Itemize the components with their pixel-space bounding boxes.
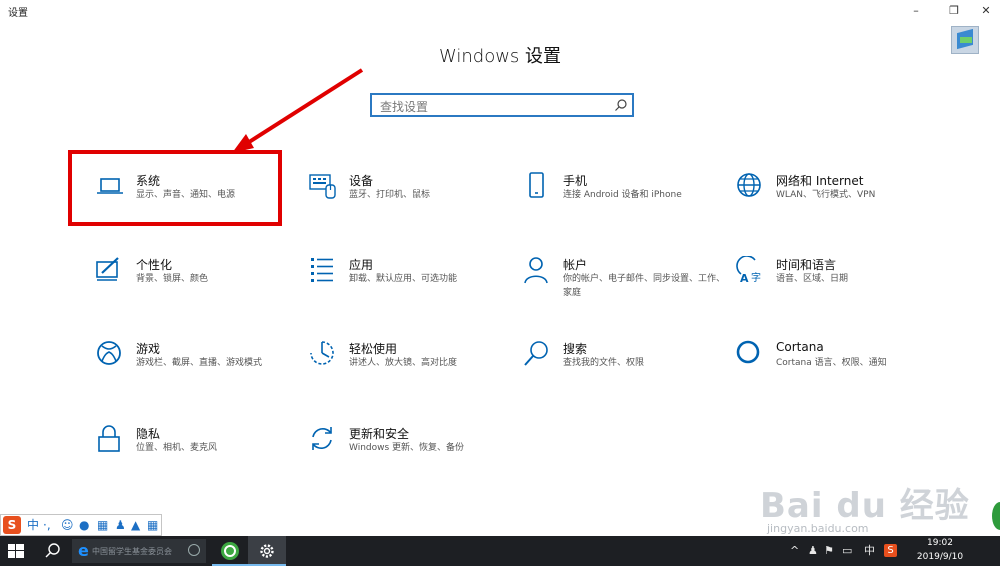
category-desc: Windows 更新、恢复、备份: [349, 443, 465, 453]
taskbar-app-browser[interactable]: [212, 536, 248, 566]
category-cortana[interactable]: Cortana Cortana 语言、权限、通知: [736, 340, 936, 400]
category-phone[interactable]: 手机 连接 Android 设备和 iPhone: [523, 172, 723, 232]
category-title: 更新和安全: [349, 427, 410, 441]
category-title: 手机: [563, 174, 588, 188]
person-icon: [524, 257, 548, 284]
sogou-tray-icon[interactable]: S: [884, 544, 897, 557]
settings-search-input[interactable]: 查找设置: [370, 93, 634, 117]
skin-icon[interactable]: ▲: [131, 517, 140, 533]
category-desc: 连接 Android 设备和 iPhone: [563, 190, 682, 200]
category-desc: 讲述人、放大镜、高对比度: [349, 358, 458, 368]
page-title: Windows 设置: [438, 46, 562, 67]
category-title: 搜索: [563, 342, 588, 356]
clock-date[interactable]: 2019/9/10: [910, 552, 970, 562]
search-icon: [524, 341, 548, 366]
globe-icon: [737, 173, 761, 197]
close-button[interactable]: ✕: [970, 2, 1000, 20]
cortana-icon: [736, 340, 760, 364]
category-title: 帐户: [563, 258, 588, 272]
paint-icon: [96, 257, 119, 281]
refresh-icon: [312, 427, 332, 450]
category-personalization[interactable]: 个性化 背景、锁屏、颜色: [96, 256, 296, 316]
svg-text:字: 字: [751, 271, 761, 284]
category-devices[interactable]: 设备 蓝牙、打印机、鼠标: [309, 172, 509, 232]
category-desc: 背景、锁屏、颜色: [136, 274, 209, 284]
user-icon[interactable]: ♟: [115, 517, 126, 533]
category-desc: 游戏栏、截屏、直播、游戏模式: [136, 358, 263, 368]
browser-app-icon: [221, 542, 239, 560]
keyboard-icon[interactable]: ▦: [97, 517, 108, 533]
camera-search-icon[interactable]: [188, 544, 200, 556]
category-title: 设备: [349, 174, 374, 188]
category-network[interactable]: 网络和 Internet WLAN、飞行模式、VPN: [736, 172, 936, 232]
category-ease-of-access[interactable]: 轻松使用 讲述人、放大镜、高对比度: [309, 340, 509, 400]
category-desc: Cortana 语言、权限、通知: [776, 358, 887, 368]
time-language-icon: A 字: [736, 256, 761, 284]
clock-time[interactable]: 19:02: [920, 538, 960, 548]
ease-of-access-icon: [310, 341, 334, 365]
taskbar: e 中国留学生基金委员会 ^ ♟ ⚑ ▭ 中 S 19:02 2019/9/10: [0, 536, 1000, 566]
category-title: 隐私: [136, 427, 161, 441]
svg-text:A: A: [740, 272, 749, 284]
highlight-box: [68, 150, 282, 226]
edge-search-text: 中国留学生基金委员会: [92, 547, 172, 556]
edge-icon: e: [78, 541, 89, 560]
category-desc: 你的帐户、电子邮件、同步设置、工作、家庭: [563, 274, 726, 298]
category-update-security[interactable]: 更新和安全 Windows 更新、恢复、备份: [309, 425, 509, 485]
ime-mode-toggle[interactable]: 中: [27, 517, 39, 533]
emoji-icon[interactable]: ☺: [61, 517, 74, 533]
category-desc: 蓝牙、打印机、鼠标: [349, 190, 431, 200]
tray-overflow-icon[interactable]: ^: [790, 544, 799, 558]
toolbox-icon[interactable]: ▦: [147, 517, 158, 533]
category-desc: 查找我的文件、权限: [563, 358, 645, 368]
keyboard-icon: [309, 174, 336, 199]
tray-app-icon[interactable]: ♟: [808, 544, 818, 558]
category-title: 轻松使用: [349, 342, 398, 356]
maximize-button[interactable]: ❐: [938, 2, 970, 20]
category-title: Cortana: [776, 340, 824, 354]
minimize-button[interactable]: –: [900, 2, 932, 20]
ime-language-indicator[interactable]: 中: [864, 544, 875, 558]
search-placeholder: 查找设置: [380, 100, 429, 114]
category-title: 时间和语言: [776, 258, 837, 272]
network-icon[interactable]: ▭: [842, 544, 852, 558]
category-title: 网络和 Internet: [776, 174, 864, 188]
category-privacy[interactable]: 隐私 位置、相机、麦克风: [96, 425, 296, 485]
taskbar-app-settings[interactable]: [248, 536, 286, 566]
category-title: 游戏: [136, 342, 161, 356]
taskbar-search-icon[interactable]: [44, 542, 62, 560]
phone-icon: [529, 172, 544, 198]
category-time-language[interactable]: A 字 时间和语言 语音、区域、日期: [736, 256, 936, 316]
category-title: 个性化: [136, 258, 173, 272]
category-search[interactable]: 搜索 查找我的文件、权限: [523, 340, 723, 400]
ime-punct-toggle[interactable]: ·,: [43, 517, 51, 533]
window-title: 设置: [8, 8, 28, 19]
sogou-logo-icon[interactable]: S: [3, 516, 21, 534]
category-desc: 卸载、默认应用、可选功能: [349, 274, 458, 284]
apps-list-icon: [311, 258, 333, 282]
category-gaming[interactable]: 游戏 游戏栏、截屏、直播、游戏模式: [96, 340, 296, 400]
ime-toolbar: S 中 ·, ☺ ● ▦ ♟ ▲ ▦: [0, 514, 162, 536]
search-icon[interactable]: [614, 98, 628, 112]
category-desc: WLAN、飞行模式、VPN: [776, 190, 876, 200]
baidu-watermark: Bai du 经验 jingyan.baidu.com: [755, 478, 1000, 538]
microphone-icon[interactable]: ●: [79, 517, 89, 533]
lock-icon: [98, 425, 120, 452]
title-bar: 设置 – ❐ ✕: [0, 0, 1000, 22]
tray-flag-icon[interactable]: ⚑: [824, 544, 834, 558]
category-apps[interactable]: 应用 卸载、默认应用、可选功能: [309, 256, 509, 316]
watermark-text: Bai du 经验: [760, 486, 970, 526]
windows-start-icon[interactable]: [8, 544, 24, 558]
category-desc: 语音、区域、日期: [776, 274, 849, 284]
category-title: 应用: [349, 258, 374, 272]
gear-icon: [260, 544, 274, 558]
watermark-url: jingyan.baidu.com: [767, 522, 869, 535]
category-desc: 位置、相机、麦克风: [136, 443, 218, 453]
category-accounts[interactable]: 帐户 你的帐户、电子邮件、同步设置、工作、家庭: [523, 256, 725, 316]
xbox-icon: [97, 341, 121, 365]
